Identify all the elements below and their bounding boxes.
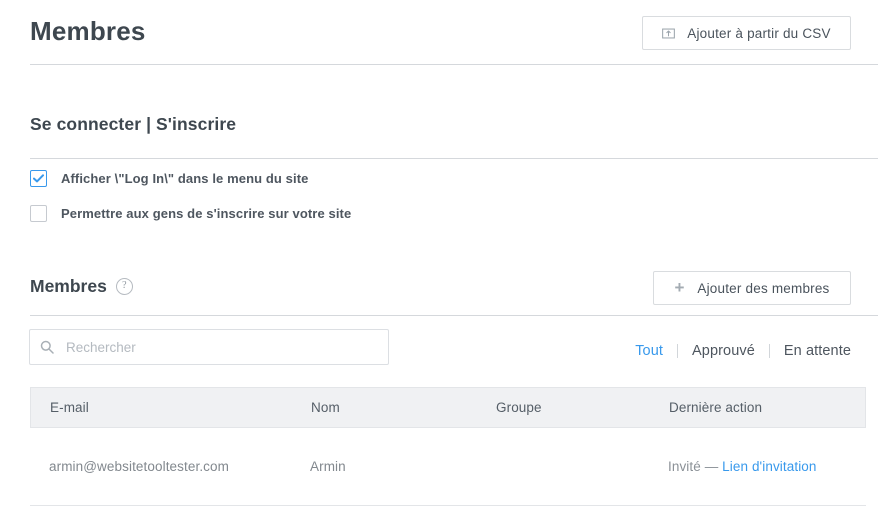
show-login-checkbox[interactable]	[30, 170, 47, 187]
members-section-title: Membres ?	[30, 276, 133, 297]
add-from-csv-button[interactable]: Ajouter à partir du CSV	[642, 16, 851, 50]
show-login-label: Afficher \"Log In\" dans le menu du site	[61, 171, 309, 186]
member-filter-tabs: Tout Approuvé En attente	[635, 343, 851, 359]
members-settings-page: Membres Ajouter à partir du CSV Se conne…	[0, 0, 878, 518]
members-section-label: Membres	[30, 276, 107, 296]
page-title: Membres	[30, 16, 146, 46]
add-members-button[interactable]: + Ajouter des membres	[653, 271, 851, 305]
column-header-name: Nom	[311, 400, 340, 415]
help-icon[interactable]: ?	[115, 278, 133, 295]
search-box[interactable]	[29, 329, 389, 365]
cell-last-action: Invité — Lien d'invitation	[668, 457, 848, 476]
members-table: E-mail Nom Groupe Dernière action armin@…	[30, 387, 866, 506]
table-row[interactable]: armin@websitetooltester.com Armin Invité…	[30, 428, 866, 506]
search-icon	[40, 340, 54, 354]
column-header-email: E-mail	[50, 400, 89, 415]
invitation-link[interactable]: Lien d'invitation	[722, 459, 816, 474]
table-header-row: E-mail Nom Groupe Dernière action	[30, 387, 866, 428]
plus-icon: +	[674, 278, 685, 297]
login-signup-section-title: Se connecter | S'inscrire	[30, 114, 237, 134]
add-members-label: Ajouter des membres	[697, 280, 830, 296]
members-section-divider	[30, 315, 878, 316]
filter-separator	[677, 344, 679, 358]
filter-tab-pending[interactable]: En attente	[784, 343, 851, 359]
page-header: Membres Ajouter à partir du CSV	[0, 0, 878, 60]
import-icon	[662, 27, 676, 40]
checkbox-row-allow-signup[interactable]: Permettre aux gens de s'inscrire sur vot…	[30, 205, 351, 222]
filter-tab-all[interactable]: Tout	[635, 343, 663, 359]
filter-tab-approved[interactable]: Approuvé	[692, 343, 755, 359]
checkbox-row-show-login[interactable]: Afficher \"Log In\" dans le menu du site	[30, 170, 308, 187]
search-input[interactable]	[64, 338, 378, 356]
check-icon	[33, 174, 44, 183]
last-action-text: Invité —	[668, 459, 723, 474]
filter-separator	[768, 344, 770, 358]
allow-signup-label: Permettre aux gens de s'inscrire sur vot…	[61, 206, 352, 221]
login-section-divider	[30, 158, 878, 159]
header-divider	[30, 64, 878, 65]
column-header-last-action: Dernière action	[669, 400, 763, 415]
cell-email: armin@websitetooltester.com	[49, 459, 229, 474]
column-header-group: Groupe	[496, 400, 542, 415]
add-from-csv-label: Ajouter à partir du CSV	[687, 25, 831, 41]
cell-name: Armin	[310, 459, 346, 474]
allow-signup-checkbox[interactable]	[30, 205, 47, 222]
